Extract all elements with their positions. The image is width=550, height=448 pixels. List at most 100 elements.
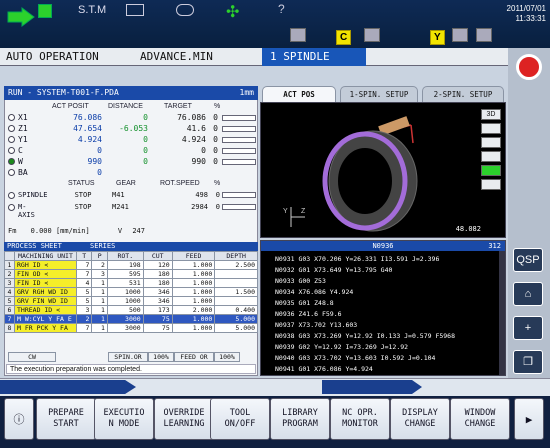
feed-or-value: 100% bbox=[214, 352, 240, 362]
ps-row[interactable]: 8M FR PCK Y FA 7 1 3000 75 1.000 5.000 bbox=[4, 323, 258, 333]
axis-distance: 0 bbox=[143, 135, 148, 144]
nc-line: N0933 G00 Z53 bbox=[275, 277, 326, 285]
key-menu-icon[interactable]: ⓘ bbox=[4, 398, 34, 440]
axis-load-bar bbox=[222, 126, 256, 132]
ps-cell-no: 5 bbox=[4, 296, 15, 306]
key-next-arrow-icon[interactable]: ▶ bbox=[514, 398, 544, 440]
ps-col-header: ROT. bbox=[106, 251, 144, 261]
tab-act-pos[interactable]: ACT POS bbox=[262, 86, 336, 102]
add-button[interactable]: + bbox=[513, 316, 543, 340]
view-solid-icon[interactable] bbox=[481, 165, 501, 176]
spindle-load-bar bbox=[222, 204, 256, 210]
camera-icon[interactable] bbox=[126, 4, 144, 16]
key-library-program[interactable]: LIBRARY PROGRAM bbox=[270, 398, 330, 440]
ps-row[interactable]: 4 GRV RGH WD ID 5 1 1000 346 1.000 1.500 bbox=[4, 287, 258, 297]
axis-pct: 0 bbox=[213, 124, 218, 133]
key-execution-mode[interactable]: EXECUTIO N MODE bbox=[94, 398, 154, 440]
3d-view-button[interactable]: 3D bbox=[481, 109, 501, 120]
axis-pct: 0 bbox=[213, 113, 218, 122]
axis-radio[interactable] bbox=[8, 136, 15, 143]
status-icon-2 bbox=[364, 28, 380, 42]
status-badge-y: Y bbox=[430, 30, 445, 45]
message-line: The execution preparation was completed. bbox=[6, 364, 256, 374]
program-title: RUN - SYSTEM-T001-F.PDA bbox=[8, 88, 119, 97]
key-prepare-start[interactable]: PREPARE START bbox=[36, 398, 96, 440]
axis-radio[interactable] bbox=[8, 169, 15, 176]
nc-scrollbar[interactable] bbox=[499, 251, 505, 375]
ps-cell-p: 1 bbox=[91, 278, 108, 288]
ps-cell-rot: 3000 bbox=[106, 314, 144, 324]
key-override-learning[interactable]: OVERRIDE LEARNING bbox=[154, 398, 214, 440]
key-display-change[interactable]: DISPLAY CHANGE bbox=[390, 398, 450, 440]
ps-cell-p: 2 bbox=[91, 260, 108, 270]
tab-2-spin-setup[interactable]: 2-SPIN. SETUP bbox=[422, 86, 504, 102]
spindle-radio[interactable] bbox=[8, 192, 15, 199]
axis-name: C bbox=[18, 146, 23, 155]
axis-radio[interactable] bbox=[8, 158, 15, 165]
status-icon-1 bbox=[290, 28, 306, 42]
ps-row[interactable]: 5 GRV FIN WD ID 5 1 1000 346 1.000 bbox=[4, 296, 258, 306]
run-arrow-icon[interactable] bbox=[6, 6, 36, 28]
ps-row[interactable]: 3 FIN ID <4 1 531 180 1.000 bbox=[4, 278, 258, 288]
spindle-indicator-icon: ✣ bbox=[226, 4, 240, 21]
rot-speed-header: ROT.SPEED bbox=[160, 180, 200, 187]
axis-radio[interactable] bbox=[8, 125, 15, 132]
axis-load-bar bbox=[222, 115, 256, 121]
ps-cell-feed: 1.000 bbox=[171, 296, 216, 306]
qsp-button[interactable]: QSP bbox=[513, 248, 543, 272]
axis-pct: 0 bbox=[213, 135, 218, 144]
ps-cell-feed: 1.000 bbox=[171, 260, 216, 270]
3d-viewer[interactable]: Y Z 3D 48.082 bbox=[260, 102, 506, 238]
logo-icon[interactable] bbox=[516, 54, 542, 80]
spin-or-label: SPIN.OR bbox=[108, 352, 148, 362]
spindle-pct-header: % bbox=[214, 180, 221, 187]
ps-cell-feed: 1.000 bbox=[171, 323, 216, 333]
ps-row[interactable]: 7M W:CYL Y FA E 2 1 3000 75 1.000 5.000 bbox=[4, 314, 258, 324]
ps-cell-unit: FIN OD < bbox=[14, 269, 77, 279]
key-tool-onoff[interactable]: TOOL ON/OFF bbox=[210, 398, 270, 440]
ps-cell-feed: 1.000 bbox=[171, 314, 216, 324]
window-button[interactable]: ❐ bbox=[513, 350, 543, 374]
help-icon[interactable]: ? bbox=[278, 2, 285, 24]
ps-cell-no: 6 bbox=[4, 305, 15, 315]
ps-row[interactable]: 6 THREAD ID <3 1 500 173 2.000 0.400 bbox=[4, 305, 258, 315]
ps-cell-cut: 120 bbox=[142, 260, 173, 270]
axis-target: 41.6 bbox=[186, 124, 206, 133]
tab-1-spin-setup[interactable]: 1-SPIN. SETUP bbox=[340, 86, 418, 102]
spindle-selector[interactable]: 1 SPINDLE bbox=[262, 48, 366, 66]
ps-row[interactable]: 1 RGH ID <7 2 198 120 1.000 2.500 bbox=[4, 260, 258, 270]
key-window-change[interactable]: WINDOW CHANGE bbox=[450, 398, 510, 440]
axis-load-bar bbox=[222, 159, 256, 165]
axis-target: 4.924 bbox=[181, 135, 206, 144]
spindle-name: M-AXIS bbox=[18, 203, 35, 219]
axis-target: 990 bbox=[191, 157, 206, 166]
ps-cell-unit: M W:CYL Y FA E bbox=[14, 314, 77, 324]
act-posit-header: ACT POSIT bbox=[52, 103, 89, 110]
ps-col-header: DEPTH bbox=[214, 251, 258, 261]
key-nc-opr-monitor[interactable]: NC OPR. MONITOR bbox=[330, 398, 390, 440]
axis-radio[interactable] bbox=[8, 114, 15, 121]
ps-cell-feed: 1.000 bbox=[171, 287, 216, 297]
ps-row[interactable]: 2 FIN OD <7 3 595 180 1.000 bbox=[4, 269, 258, 279]
ps-cell-t: 7 bbox=[75, 260, 93, 270]
nc-program-panel: N0936 312 N0931 G03 X70.206 Y=26.331 I13… bbox=[260, 240, 506, 376]
process-sheet-header: PROCESS SHEET SERIES bbox=[4, 242, 258, 251]
ps-cell-p: 1 bbox=[91, 296, 108, 306]
ps-cell-cut: 173 bbox=[142, 305, 173, 315]
axis-radio[interactable] bbox=[8, 147, 15, 154]
unit-label: 1mm bbox=[239, 88, 254, 97]
home-button[interactable]: ⌂ bbox=[513, 282, 543, 306]
ps-cell-t: 5 bbox=[75, 296, 93, 306]
axis-distance: -6.053 bbox=[119, 124, 148, 133]
ps-cell-unit: GRV FIN WD ID bbox=[14, 296, 77, 306]
memory-mode-icon[interactable] bbox=[38, 4, 52, 18]
ps-cell-rot: 1000 bbox=[106, 287, 144, 297]
view-side-icon[interactable] bbox=[481, 137, 501, 148]
feed-or-label: FEED OR bbox=[174, 352, 214, 362]
view-front-icon[interactable] bbox=[481, 123, 501, 134]
view-zoom-icon[interactable] bbox=[481, 179, 501, 190]
view-top-icon[interactable] bbox=[481, 151, 501, 162]
rotate-icon[interactable] bbox=[176, 4, 194, 16]
clock-time: 11:33:31 bbox=[515, 14, 546, 23]
spindle-radio[interactable] bbox=[8, 204, 15, 211]
